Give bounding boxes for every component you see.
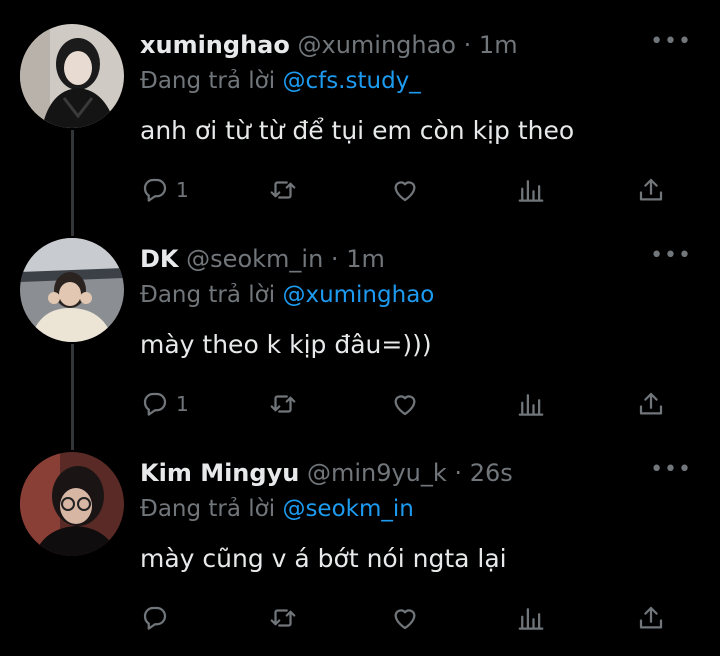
share-button[interactable] [636, 602, 666, 634]
user-handle[interactable]: @seokm_in [186, 245, 323, 273]
display-name[interactable]: DK [140, 245, 179, 273]
user-handle[interactable]: @min9yu_k [307, 459, 447, 487]
reply-button[interactable]: 1 [140, 388, 189, 420]
avatar[interactable] [20, 24, 124, 128]
timestamp[interactable]: 1m [479, 31, 518, 59]
user-handle[interactable]: @xuminghao [297, 31, 456, 59]
replying-to: Đang trả lời @xuminghao [140, 278, 434, 312]
retweet-icon [270, 395, 296, 413]
tweet-actions: 1 [140, 388, 680, 422]
like-button[interactable] [390, 388, 420, 420]
tweet-header: Kim Mingyu @min9yu_k · 26s [140, 456, 513, 490]
share-icon [639, 606, 663, 629]
like-icon [394, 181, 416, 202]
replying-to-label: Đang trả lời [140, 496, 276, 522]
views-icon [518, 608, 544, 630]
replying-to: Đang trả lời @cfs.study_ [140, 64, 421, 98]
retweet-icon [270, 609, 296, 627]
like-icon [394, 609, 416, 630]
tweet-text: anh ơi từ từ để tụi em còn kịp theo [140, 116, 575, 145]
share-icon [639, 392, 663, 415]
tweet-text: mày theo k kịp đâu=))) [140, 330, 432, 359]
views-button[interactable] [516, 174, 546, 206]
retweet-button[interactable] [268, 602, 298, 634]
retweet-button[interactable] [268, 388, 298, 420]
separator-dot: · [454, 459, 463, 487]
views-icon [518, 180, 544, 202]
reply-icon [143, 392, 167, 416]
tweet-actions [140, 602, 680, 636]
like-button[interactable] [390, 174, 420, 206]
like-icon [394, 395, 416, 416]
separator-dot: · [330, 245, 339, 273]
like-button[interactable] [390, 602, 420, 634]
mention-link[interactable]: @xuminghao [282, 282, 434, 308]
views-icon [518, 394, 544, 416]
mention-link[interactable]: @seokm_in [282, 496, 413, 522]
replying-to: Đang trả lời @seokm_in [140, 492, 414, 526]
tweet-text: mày cũng v á bớt nói ngta lại [140, 544, 507, 573]
avatar[interactable] [20, 452, 124, 556]
views-button[interactable] [516, 602, 546, 634]
timestamp[interactable]: 26s [470, 459, 513, 487]
avatar[interactable] [20, 238, 124, 342]
display-name[interactable]: Kim Mingyu [140, 459, 299, 487]
tweet[interactable]: Kim Mingyu @min9yu_k · 26s ••• Đang trả … [0, 428, 720, 642]
reply-count: 1 [176, 178, 189, 202]
share-icon [639, 178, 663, 201]
more-options-icon[interactable]: ••• [650, 245, 692, 267]
share-button[interactable] [636, 388, 666, 420]
share-button[interactable] [636, 174, 666, 206]
tweet-header: DK @seokm_in · 1m [140, 242, 385, 276]
views-button[interactable] [516, 388, 546, 420]
tweet[interactable]: xuminghao @xuminghao · 1m ••• Đang trả l… [0, 0, 720, 214]
timestamp[interactable]: 1m [346, 245, 385, 273]
reply-count: 1 [176, 392, 189, 416]
more-options-icon[interactable]: ••• [650, 459, 692, 481]
reply-button[interactable] [140, 602, 176, 634]
tweet-actions: 1 [140, 174, 680, 208]
replying-to-label: Đang trả lời [140, 282, 276, 308]
display-name[interactable]: xuminghao [140, 31, 290, 59]
reply-icon [143, 606, 167, 630]
tweet[interactable]: DK @seokm_in · 1m ••• Đang trả lời @xumi… [0, 214, 720, 428]
replying-to-label: Đang trả lời [140, 68, 276, 94]
reply-button[interactable]: 1 [140, 174, 189, 206]
separator-dot: · [463, 31, 472, 59]
retweet-icon [270, 181, 296, 199]
retweet-button[interactable] [268, 174, 298, 206]
mention-link[interactable]: @cfs.study_ [282, 68, 420, 94]
more-options-icon[interactable]: ••• [650, 31, 692, 53]
tweet-header: xuminghao @xuminghao · 1m [140, 28, 518, 62]
reply-icon [143, 178, 167, 202]
